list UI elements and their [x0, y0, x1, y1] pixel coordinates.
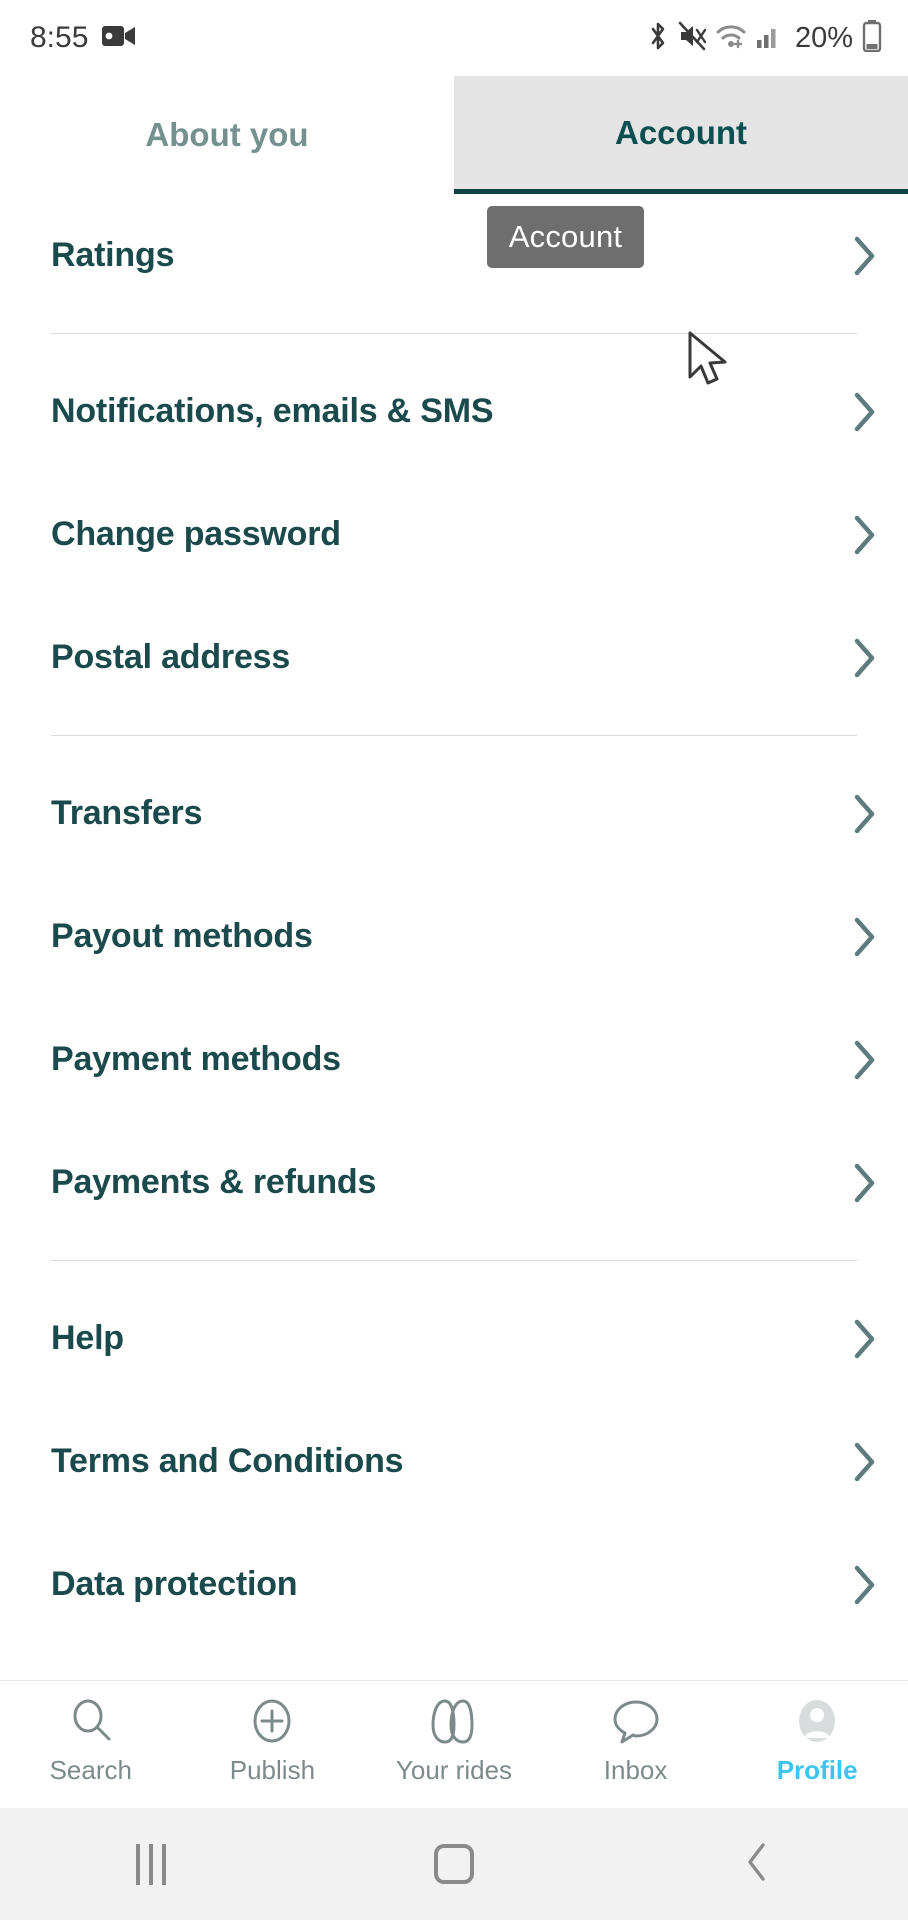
avatar-icon	[791, 1695, 843, 1747]
nav-item-label: Search	[49, 1755, 132, 1785]
cellular-signal-icon	[756, 23, 782, 54]
nav-item-profile[interactable]: Profile	[726, 1695, 908, 1786]
list-item-terms-and-conditions[interactable]: Terms and Conditions	[0, 1400, 908, 1523]
nav-item-search[interactable]: Search	[0, 1695, 182, 1786]
list-item-data-protection[interactable]: Data protection	[0, 1523, 908, 1646]
account-tooltip: Account	[487, 206, 644, 268]
list-item-label: Data protection	[51, 1565, 298, 1603]
chevron-right-icon	[852, 636, 878, 680]
list-item-payment-methods[interactable]: Payment methods	[0, 998, 908, 1121]
chevron-right-icon	[852, 1317, 878, 1361]
nav-item-label: Publish	[229, 1755, 316, 1785]
divider	[51, 735, 857, 736]
list-item-ratings[interactable]: Ratings	[0, 194, 908, 317]
chat-bubble-icon	[609, 1695, 663, 1747]
tab-bar: About you Account	[0, 76, 908, 194]
list-item-label: Terms and Conditions	[51, 1442, 404, 1480]
list-item-change-password[interactable]: Change password	[0, 473, 908, 596]
nav-item-publish[interactable]: Publish	[182, 1695, 364, 1786]
mute-icon	[678, 21, 707, 56]
nav-item-your-rides[interactable]: Your rides	[363, 1695, 545, 1786]
search-icon	[65, 1695, 117, 1747]
list-item-transfers[interactable]: Transfers	[0, 752, 908, 875]
recents-icon	[136, 1843, 167, 1885]
list-item-label: Change password	[51, 515, 341, 553]
nav-item-label: Inbox	[603, 1755, 668, 1785]
bluetooth-icon	[647, 21, 669, 56]
phone-screen: 8:55 20% About you Account Ratings Notif…	[0, 0, 908, 1920]
nav-item-label: Profile	[776, 1755, 858, 1785]
home-icon	[434, 1844, 474, 1884]
chevron-right-icon	[852, 390, 878, 434]
chevron-right-icon	[852, 234, 878, 278]
chevron-right-icon	[852, 1161, 878, 1205]
list-item-label: Help	[51, 1319, 124, 1357]
list-item-label: Payout methods	[51, 917, 313, 955]
list-item-payout-methods[interactable]: Payout methods	[0, 875, 908, 998]
battery-icon	[862, 19, 882, 57]
status-bar: 8:55 20%	[0, 0, 908, 76]
divider	[51, 1260, 857, 1261]
chevron-right-icon	[852, 915, 878, 959]
status-bar-left: 8:55	[30, 21, 136, 55]
chevron-right-icon	[852, 1563, 878, 1607]
status-bar-right: 20%	[647, 19, 882, 57]
nav-item-label: Your rides	[395, 1755, 513, 1785]
chevron-right-icon	[852, 513, 878, 557]
tab-about-you-label: About you	[145, 116, 309, 153]
list-item-help[interactable]: Help	[0, 1277, 908, 1400]
list-item-notifications-emails-sms[interactable]: Notifications, emails & SMS	[0, 350, 908, 473]
rides-icon	[425, 1695, 483, 1747]
divider	[51, 333, 857, 334]
list-item-postal-address[interactable]: Postal address	[0, 596, 908, 719]
list-item-payments-refunds[interactable]: Payments & refunds	[0, 1121, 908, 1244]
plus-circle-icon	[246, 1695, 298, 1747]
status-time: 8:55	[30, 21, 89, 54]
settings-list: Ratings Notifications, emails & SMS Chan…	[0, 194, 908, 1680]
wifi-icon	[715, 22, 747, 55]
android-back-button[interactable]	[605, 1840, 908, 1889]
list-item-label: Payments & refunds	[51, 1163, 377, 1201]
android-recents-button[interactable]	[0, 1843, 303, 1885]
account-tooltip-label: Account	[508, 219, 623, 254]
mouse-cursor	[686, 330, 736, 392]
battery-percent: 20%	[794, 21, 853, 54]
list-item-label: Transfers	[51, 794, 203, 832]
tab-about-you[interactable]: About you	[0, 76, 454, 194]
list-item-label: Ratings	[51, 236, 175, 274]
bottom-navigation: Search Publish Your rides Inbox Profile	[0, 1680, 908, 1808]
list-item-label: Notifications, emails & SMS	[51, 392, 494, 430]
chevron-right-icon	[852, 1038, 878, 1082]
tab-account[interactable]: Account	[454, 76, 908, 194]
tab-account-label: Account	[615, 113, 747, 151]
android-home-button[interactable]	[303, 1844, 606, 1884]
android-navigation-bar	[0, 1808, 908, 1920]
chevron-right-icon	[852, 792, 878, 836]
back-icon	[743, 1840, 771, 1889]
nav-item-inbox[interactable]: Inbox	[545, 1695, 727, 1786]
list-item-label: Postal address	[51, 638, 291, 676]
chevron-right-icon	[852, 1440, 878, 1484]
video-camera-icon	[102, 24, 136, 53]
list-item-label: Payment methods	[51, 1040, 341, 1078]
